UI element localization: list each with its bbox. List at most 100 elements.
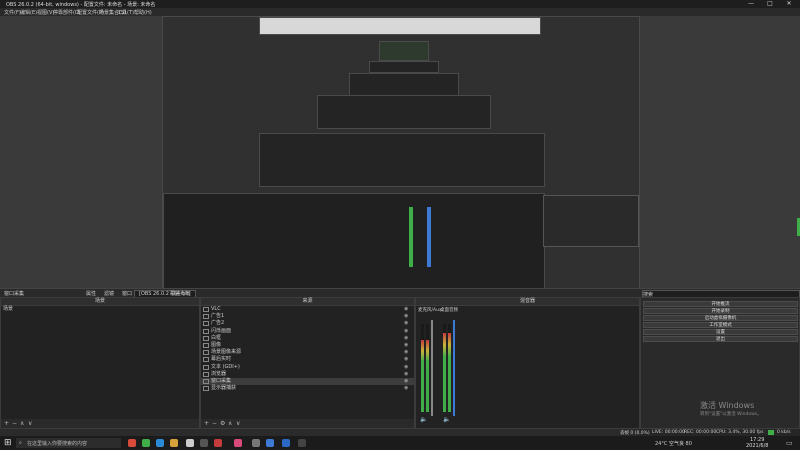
source-item[interactable]: 浏览器 ◉ [201, 371, 414, 378]
word-icon[interactable] [282, 439, 290, 447]
visibility-icon[interactable]: ◉ [404, 386, 412, 391]
source-type-icon [203, 335, 209, 341]
settings-button[interactable]: 设置 [643, 329, 798, 335]
source-item[interactable]: VLC ◉ [201, 306, 414, 313]
app-icon[interactable] [266, 439, 274, 447]
menu-edit[interactable]: 编辑(E) [20, 9, 37, 16]
start-virtual-camera-button[interactable]: 启动虚拟摄像机 [643, 315, 798, 321]
source-item[interactable]: 幕后实时 ◉ [201, 356, 414, 363]
start-recording-button[interactable]: 开始录制 [643, 308, 798, 314]
remove-scene-button[interactable]: − [12, 420, 17, 427]
close-button[interactable]: ✕ [782, 0, 796, 8]
add-source-button[interactable]: + [204, 420, 209, 427]
filters-button[interactable]: 滤镜 [104, 290, 114, 297]
speaker-icon[interactable]: 🔈 [443, 416, 450, 423]
mixer-track-name-2: 桌面音频 [440, 308, 458, 313]
nested-preview-8 [163, 193, 545, 291]
capture-cursor-option[interactable]: 覆盖光标 [170, 290, 190, 297]
menu-help[interactable]: 帮助(H) [134, 9, 152, 16]
app-icon[interactable] [186, 439, 194, 447]
meter-level [448, 332, 451, 412]
scene-item[interactable]: 场景 [1, 306, 199, 313]
obs-icon[interactable] [298, 439, 306, 447]
studio-mode-button[interactable]: 工作室模式 [643, 322, 798, 328]
source-label: 幕后实时 [211, 356, 232, 363]
preview-canvas[interactable] [0, 16, 800, 291]
visibility-icon[interactable]: ◉ [404, 371, 412, 377]
source-label: 图像 [211, 341, 222, 348]
menu-tools[interactable]: 工具(T) [117, 9, 134, 16]
search-icon: ⌕ [19, 440, 22, 446]
app-icon[interactable] [200, 439, 208, 447]
app-icon[interactable] [214, 439, 222, 447]
taskbar-search-box[interactable]: ⌕ 在这里输入你要搜索的内容 [16, 438, 121, 448]
maximize-button[interactable]: □ [763, 0, 777, 8]
mixer-meter-2b [448, 324, 451, 412]
remove-source-button[interactable]: − [212, 420, 217, 427]
move-scene-up-button[interactable]: ∧ [20, 420, 24, 427]
minimize-button[interactable]: — [744, 0, 758, 8]
visibility-icon[interactable]: ◉ [404, 335, 412, 341]
notification-icon[interactable]: ▭ [786, 439, 793, 447]
source-item[interactable]: 显示器捕获 ◉ [201, 385, 414, 392]
windows-start-icon[interactable]: ⊞ [4, 438, 12, 448]
app-icon[interactable] [252, 439, 260, 447]
weather-widget[interactable]: 24°C 空气良 80 [655, 440, 692, 447]
mixer-dock: 混音器 麦克风/Aux 桌面音频 🔈 🔈 [415, 297, 640, 429]
nested-meter-2 [427, 207, 431, 267]
volume-slider-1[interactable] [431, 320, 433, 416]
menu-bar: 文件(F) 编辑(E) 视图(V) 停靠部件(D) 配置文件(P) 场景集合(S… [0, 8, 800, 16]
visibility-icon[interactable]: ◉ [404, 378, 412, 384]
visibility-icon[interactable]: ◉ [404, 342, 412, 348]
source-label: 显示器捕获 [211, 385, 237, 392]
properties-button[interactable]: 属性 [86, 290, 96, 297]
visibility-icon[interactable]: ◉ [404, 314, 412, 319]
source-item[interactable]: 白框 ◉ [201, 335, 414, 342]
source-label: 场景图像来源 [211, 349, 242, 356]
source-item[interactable]: 广告2 ◉ [201, 320, 414, 327]
nested-preview-4 [369, 61, 439, 73]
sources-list: VLC ◉ 广告1 ◉ 广告2 ◉ 闪烁画面 ◉ 白框 ◉ 图像 ◉ 场景图像来源 ◉ 幕后实… [201, 306, 414, 392]
wechat-icon[interactable] [142, 439, 150, 447]
source-item[interactable]: 场景图像来源 ◉ [201, 349, 414, 356]
clock-date[interactable]: 2021/6/8 [746, 443, 768, 449]
activation-watermark: 激活 Windows 转到"设置"以激活 Windows。 [700, 400, 762, 417]
source-item[interactable]: 广告1 ◉ [201, 313, 414, 320]
source-label: 广告1 [211, 313, 225, 320]
visibility-icon[interactable]: ◉ [404, 364, 412, 370]
move-scene-down-button[interactable]: ∨ [28, 420, 32, 427]
mixer-track-name-1: 麦克风/Aux [418, 308, 442, 313]
title-bar: OBS 26.0.2 (64-bit, windows) - 配置文件: 未命名… [0, 0, 800, 8]
meter-level [443, 332, 446, 412]
visibility-icon[interactable]: ◉ [404, 321, 412, 326]
speaker-icon[interactable]: 🔈 [420, 416, 427, 423]
sources-dock-title: 来源 [201, 298, 414, 306]
chrome-icon[interactable] [128, 439, 136, 447]
visibility-icon[interactable]: ◉ [404, 328, 412, 334]
source-item[interactable]: 闪烁画面 ◉ [201, 328, 414, 335]
source-type-icon [203, 342, 209, 348]
file-explorer-icon[interactable] [170, 439, 178, 447]
app-icon[interactable] [234, 439, 242, 447]
source-item-selected[interactable]: 窗口采集 ◉ [201, 377, 414, 386]
source-item[interactable]: 文本 (GDI+) ◉ [201, 364, 414, 371]
source-settings-button[interactable]: ⚙ [220, 420, 225, 427]
start-streaming-button[interactable]: 开始推流 [643, 301, 798, 307]
sources-dock: 来源 VLC ◉ 广告1 ◉ 广告2 ◉ 闪烁画面 ◉ 白框 ◉ 图像 ◉ 场景图像来源 ◉ … [200, 297, 415, 429]
visibility-icon[interactable]: ◉ [404, 307, 412, 312]
sources-footer: + − ⚙ ∧ ∨ [201, 419, 414, 428]
menu-view[interactable]: 视图(V) [37, 9, 54, 16]
watermark-title: 激活 Windows [700, 401, 755, 410]
add-scene-button[interactable]: + [4, 420, 9, 427]
move-source-up-button[interactable]: ∧ [228, 420, 232, 427]
exit-button[interactable]: 退出 [643, 336, 798, 342]
menu-file[interactable]: 文件(F) [4, 9, 21, 16]
move-source-down-button[interactable]: ∨ [236, 420, 240, 427]
visibility-icon[interactable]: ◉ [404, 350, 412, 355]
visibility-icon[interactable]: ◉ [404, 357, 412, 362]
source-label: 白框 [211, 334, 222, 341]
app-icon[interactable] [156, 439, 164, 447]
source-label: 浏览器 [211, 370, 227, 377]
source-type-icon [203, 350, 209, 356]
volume-slider-2[interactable] [453, 320, 455, 416]
